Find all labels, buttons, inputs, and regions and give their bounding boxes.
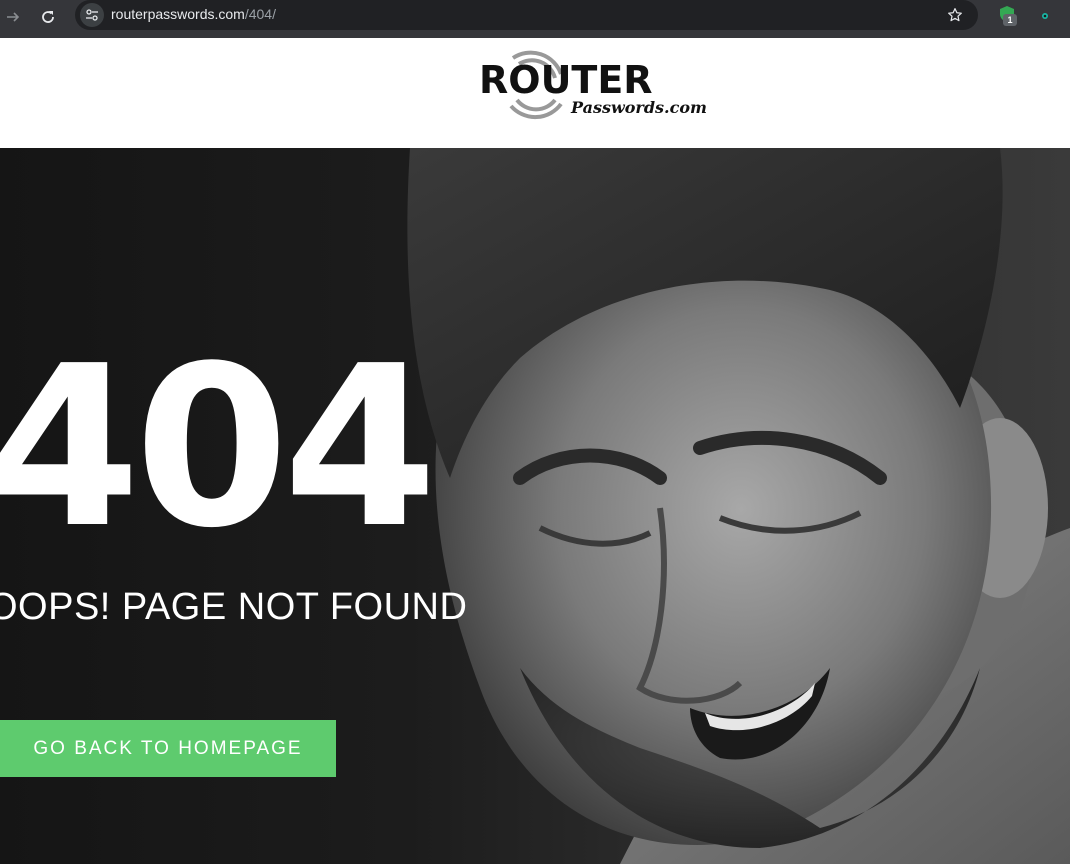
hero-section: 404 OOPS! PAGE NOT FOUND GO BACK TO HOME… <box>0 148 1070 864</box>
error-message: OOPS! PAGE NOT FOUND <box>0 586 468 628</box>
url-text: routerpasswords.com/404/ <box>111 6 276 22</box>
forward-arrow-icon[interactable] <box>1 5 25 29</box>
go-back-homepage-button[interactable]: GO BACK TO HOMEPAGE <box>0 720 336 777</box>
reload-icon[interactable] <box>36 5 60 29</box>
url-domain: routerpasswords.com <box>111 6 245 22</box>
url-path: /404/ <box>244 6 276 22</box>
star-icon[interactable] <box>944 4 966 26</box>
browser-toolbar: routerpasswords.com/404/ 1 <box>0 0 1070 38</box>
error-code: 404 <box>0 319 437 577</box>
extension-badge: 1 <box>1003 14 1017 26</box>
shield-extension-icon[interactable]: 1 <box>995 4 1019 28</box>
logo-wordmark: ROUTER <box>479 58 653 102</box>
site-header: ROUTER Passwords.com <box>0 38 1070 148</box>
site-logo[interactable]: ROUTER Passwords.com <box>475 44 707 124</box>
logo-script: Passwords.com <box>571 98 707 117</box>
site-info-icon[interactable] <box>80 3 104 27</box>
extension-icon[interactable] <box>1033 4 1057 28</box>
address-bar[interactable]: routerpasswords.com/404/ <box>75 0 978 30</box>
